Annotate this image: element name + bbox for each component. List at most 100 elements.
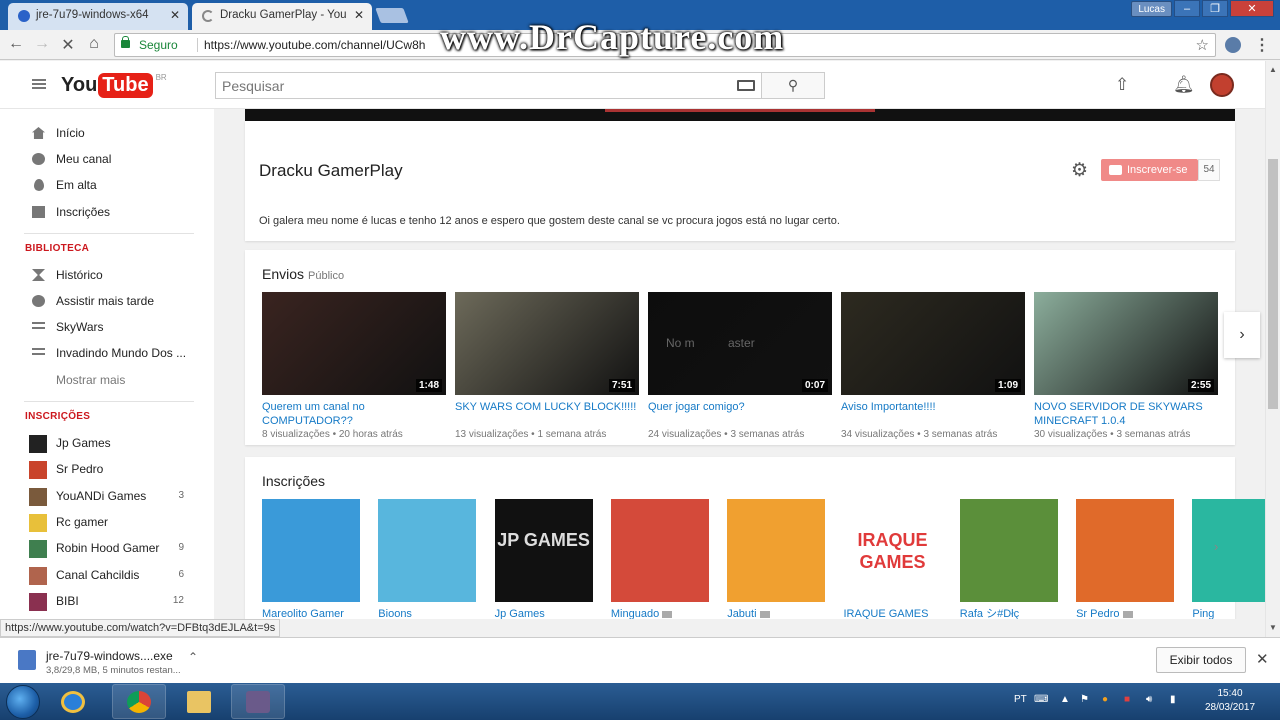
- youtube-logo[interactable]: You Tube BR: [61, 73, 167, 98]
- subscribed-channel[interactable]: Bioons: [378, 499, 477, 619]
- maximize-button[interactable]: ❐: [1202, 0, 1228, 17]
- close-icon[interactable]: ✕: [354, 3, 364, 27]
- video-item[interactable]: 7:51 SKY WARS COM LUCKY BLOCK!!!!! 13 visu…: [455, 292, 639, 440]
- subscribed-channel[interactable]: Mareolito Gamer: [262, 499, 360, 619]
- channel-thumbnail[interactable]: [610, 499, 709, 602]
- video-thumbnail[interactable]: 2:55: [1034, 292, 1218, 395]
- chevron-up-icon[interactable]: ⌃: [188, 650, 198, 664]
- video-item[interactable]: 1:09 Aviso Importante!!!! 34 visualizações…: [841, 292, 1025, 440]
- video-title[interactable]: SKY WARS COM LUCKY BLOCK!!!!!: [455, 400, 639, 428]
- channel-thumbnail[interactable]: JP GAMES: [494, 499, 593, 602]
- page-scrollbar[interactable]: ▲ ▼: [1265, 61, 1280, 637]
- video-thumbnail[interactable]: 1:09: [841, 292, 1025, 395]
- sidebar-subscription-item[interactable]: BIBI 12: [0, 589, 214, 613]
- sidebar-item-my-channel[interactable]: Meu canal: [0, 147, 214, 171]
- flag-icon[interactable]: ⚑: [1080, 694, 1089, 705]
- subscribed-channel[interactable]: IRAQUE GAMES IRAQUE GAMES OFICIAL: [843, 499, 942, 619]
- scroll-down-icon[interactable]: ▼: [1269, 623, 1277, 632]
- capture-taskbar-button[interactable]: [231, 684, 285, 719]
- keyboard-icon[interactable]: ⌨: [1034, 694, 1048, 705]
- extension-icon[interactable]: [1225, 37, 1241, 53]
- sidebar-item-trending[interactable]: Em alta: [0, 173, 214, 197]
- channel-name[interactable]: Minguado: [611, 607, 709, 619]
- sidebar-item-history[interactable]: Histórico: [0, 263, 214, 287]
- network-icon[interactable]: ▮: [1170, 694, 1176, 705]
- subscribed-channel[interactable]: Rafa シ#DłçInscrito: [959, 499, 1058, 619]
- video-title[interactable]: Querem um canal no COMPUTADOR??: [262, 400, 446, 428]
- keyboard-icon[interactable]: [737, 80, 755, 91]
- chrome-taskbar-button[interactable]: [112, 684, 166, 719]
- account-avatar[interactable]: [1210, 73, 1234, 97]
- channel-name[interactable]: IRAQUE GAMES OFICIAL: [844, 607, 942, 619]
- subscribed-channel[interactable]: JP GAMESJp GamesInscrito: [494, 499, 593, 619]
- channel-thumbnail[interactable]: [727, 499, 826, 602]
- subscribed-channel[interactable]: PingInsc: [1192, 499, 1265, 619]
- gear-icon[interactable]: ⚙: [1071, 159, 1088, 182]
- sidebar-subscription-item[interactable]: Canal Cahcildis 6: [0, 563, 214, 587]
- channel-name[interactable]: Jp Games: [495, 607, 593, 619]
- library-heading[interactable]: BIBLIOTECA: [25, 243, 89, 254]
- show-hidden-icons-icon[interactable]: ▲: [1060, 694, 1070, 705]
- shelf-next-arrow-icon[interactable]: ›: [1224, 312, 1260, 358]
- sidebar-subscription-item[interactable]: Robin Hood Gamer 9: [0, 536, 214, 560]
- tab-jre-download[interactable]: jre-7u79-windows-x64 ✕: [8, 3, 188, 30]
- channel-name[interactable]: Sr Pedro: [1076, 607, 1174, 619]
- notifications-bell-icon[interactable]: 🔔︎: [1173, 75, 1195, 95]
- upload-icon[interactable]: ⇧: [1115, 75, 1129, 95]
- minimize-button[interactable]: –: [1174, 0, 1200, 17]
- channel-name[interactable]: Ping: [1192, 607, 1265, 619]
- show-all-downloads-button[interactable]: Exibir todos: [1156, 647, 1246, 673]
- sidebar-subscription-item[interactable]: Rc gamer: [0, 510, 214, 534]
- system-clock[interactable]: 15:40 28/03/2017: [1198, 687, 1262, 715]
- channel-thumbnail[interactable]: [1192, 499, 1265, 602]
- subscribe-button[interactable]: Inscrever-se: [1101, 159, 1198, 181]
- sidebar-item-playlist-skywars[interactable]: SkyWars: [0, 315, 214, 339]
- video-thumbnail[interactable]: No m aster 0:07: [648, 292, 832, 395]
- volume-icon[interactable]: 🔊︎: [1146, 694, 1152, 705]
- subscribed-channel[interactable]: Jabuti Inscrito: [727, 499, 826, 619]
- search-input[interactable]: Pesquisar: [215, 72, 762, 99]
- back-arrow-icon[interactable]: ←: [6, 35, 26, 53]
- tray-app-icon[interactable]: ●: [1102, 694, 1108, 705]
- subscribed-channel[interactable]: Sr Pedro Inscrito: [1076, 499, 1175, 619]
- sidebar-item-playlist-invadindo[interactable]: Invadindo Mundo Dos ...: [0, 341, 214, 365]
- language-indicator[interactable]: PT: [1014, 694, 1027, 705]
- subscriptions-shelf-heading[interactable]: Inscrições: [262, 473, 325, 489]
- url-text[interactable]: https://www.youtube.com/channel/UCw8h: [197, 38, 425, 52]
- sidebar-subscription-item[interactable]: Sr Pedro: [0, 457, 214, 481]
- shelf-next-arrow-icon[interactable]: ›: [1214, 539, 1218, 554]
- video-title[interactable]: NOVO SERVIDOR DE SKYWARS MINECRAFT 1.0.4: [1034, 400, 1218, 428]
- start-button[interactable]: [6, 685, 40, 719]
- video-item[interactable]: 1:48 Querem um canal no COMPUTADOR?? 8 vis…: [262, 292, 446, 440]
- channel-thumbnail[interactable]: [1076, 499, 1175, 602]
- channel-name[interactable]: Bioons: [378, 607, 476, 619]
- subscribed-channel[interactable]: Minguado Inscrito: [610, 499, 709, 619]
- sidebar-subscription-item[interactable]: YouANDi Games 3: [0, 484, 214, 508]
- sidebar-item-subscriptions[interactable]: Inscrições: [0, 200, 214, 224]
- guide-menu-icon[interactable]: [32, 79, 46, 89]
- profile-button[interactable]: Lucas: [1131, 1, 1172, 17]
- channel-thumbnail[interactable]: [959, 499, 1058, 602]
- channel-thumbnail[interactable]: IRAQUE GAMES: [843, 499, 942, 602]
- forward-arrow-icon[interactable]: →: [32, 35, 52, 53]
- show-more-link[interactable]: Mostrar mais: [0, 368, 214, 392]
- channel-thumbnail[interactable]: [262, 499, 360, 602]
- channel-name[interactable]: Rafa シ#Dłç: [960, 607, 1058, 619]
- tab-youtube-channel[interactable]: Dracku GamerPlay - You ✕: [192, 3, 372, 30]
- uploads-heading[interactable]: Envios Público: [262, 266, 344, 282]
- video-title[interactable]: Aviso Importante!!!!: [841, 400, 1025, 428]
- channel-name[interactable]: Jabuti: [727, 607, 825, 619]
- close-icon[interactable]: ✕: [170, 3, 180, 27]
- menu-icon[interactable]: ⋮: [1254, 35, 1270, 55]
- new-tab-button[interactable]: [375, 8, 409, 23]
- explorer-taskbar-button[interactable]: [172, 684, 226, 719]
- sidebar-item-watch-later[interactable]: Assistir mais tarde: [0, 289, 214, 313]
- close-window-button[interactable]: ✕: [1230, 0, 1274, 17]
- video-item[interactable]: No m aster 0:07 Quer jogar comigo? 24 visua…: [648, 292, 832, 440]
- tray-app-icon[interactable]: ■: [1124, 694, 1130, 705]
- search-button[interactable]: ⚲: [761, 72, 825, 99]
- channel-name[interactable]: Mareolito Gamer: [262, 607, 360, 619]
- scrollbar-thumb[interactable]: [1268, 159, 1278, 409]
- channel-thumbnail[interactable]: [378, 499, 477, 602]
- video-thumbnail[interactable]: 7:51: [455, 292, 639, 395]
